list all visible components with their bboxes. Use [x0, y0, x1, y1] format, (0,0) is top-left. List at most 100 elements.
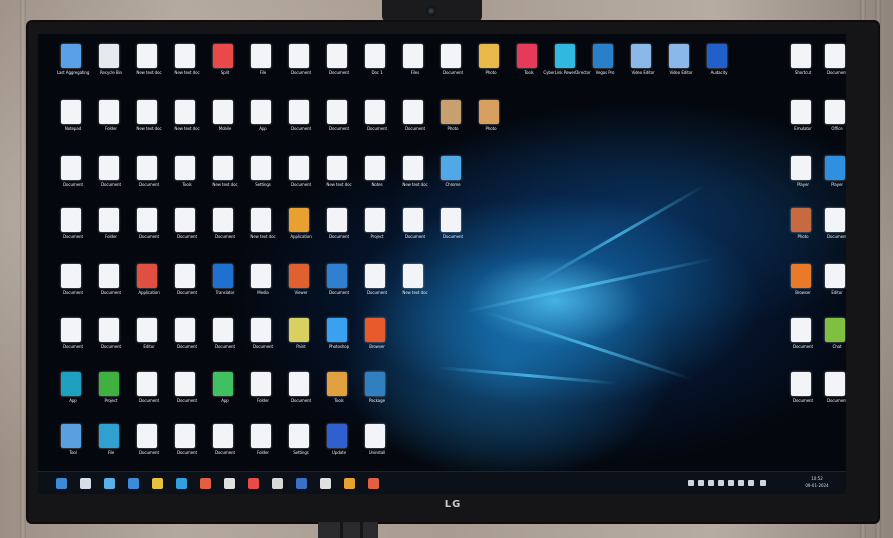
- taskbar-task-view-button[interactable]: [104, 478, 115, 489]
- desktop-icon-image: [791, 156, 811, 180]
- desktop-icon-image: [175, 208, 195, 232]
- desktop-icon-image: [137, 44, 157, 68]
- desktop-icon-image: [791, 100, 811, 124]
- desktop-icon-image: [365, 372, 385, 396]
- desktop-icon-image: [175, 424, 195, 448]
- taskbar-app-button[interactable]: [224, 478, 235, 489]
- desktop-icon-image: [327, 318, 347, 342]
- taskbar-app-button[interactable]: [272, 478, 283, 489]
- taskbar-app-button[interactable]: [200, 478, 211, 489]
- desktop-icon-image: [707, 44, 727, 68]
- desktop-icon-image: [441, 208, 461, 232]
- desktop-icon-image: [99, 100, 119, 124]
- taskbar-app-button[interactable]: [176, 478, 187, 489]
- desktop-icon[interactable]: Document: [812, 370, 846, 420]
- desktop-icon[interactable]: Document: [812, 42, 846, 92]
- taskbar-start-button[interactable]: [56, 478, 67, 489]
- taskbar: 10:52 09-01-2024: [38, 471, 846, 494]
- tray-icon[interactable]: [708, 480, 714, 486]
- tray-icon[interactable]: [718, 480, 724, 486]
- desktop-icon-label: Browser: [369, 344, 385, 349]
- desktop-icon-image: [61, 318, 81, 342]
- desktop-icon-image: [99, 372, 119, 396]
- desktop-icon[interactable]: Photo: [466, 98, 516, 148]
- desktop-icon-image: [403, 264, 423, 288]
- desktop-icon[interactable]: Player: [812, 154, 846, 204]
- desktop-icon[interactable]: Package: [352, 370, 402, 420]
- monitor-stand: [318, 522, 378, 538]
- taskbar-app-button[interactable]: [344, 478, 355, 489]
- desktop-icon-image: [175, 318, 195, 342]
- taskbar-app-button[interactable]: [248, 478, 259, 489]
- desktop-icon-image: [289, 44, 309, 68]
- desktop-icon-image: [441, 100, 461, 124]
- desktop-icon[interactable]: Chat: [812, 316, 846, 366]
- desktop-icon-image: [61, 44, 81, 68]
- taskbar-app-button[interactable]: [152, 478, 163, 489]
- desktop-icon-image: [327, 156, 347, 180]
- desktop-icon-image: [825, 208, 845, 232]
- desktop-icon-image: [669, 44, 689, 68]
- desktop-icon-image: [479, 100, 499, 124]
- desktop-icon-image: [403, 44, 423, 68]
- desktop-icon-image: [251, 372, 271, 396]
- desktop-icon[interactable]: Browser: [352, 316, 402, 366]
- clock-date: 09-01-2024: [805, 483, 829, 488]
- desktop-icon-label: Document: [827, 70, 846, 75]
- desktop-icon-image: [593, 44, 613, 68]
- speaker-icon[interactable]: [738, 480, 744, 486]
- curtain-fold: [20, 0, 26, 538]
- language-icon[interactable]: [760, 480, 766, 486]
- taskbar-clock[interactable]: 10:52 09-01-2024: [796, 475, 838, 493]
- desktop-icon-image: [791, 372, 811, 396]
- desktop-icon-image: [61, 264, 81, 288]
- desktop-icon-image: [99, 156, 119, 180]
- desktop-icon-label: Package: [369, 398, 385, 403]
- desktop-icon-image: [251, 264, 271, 288]
- desktop-icon-image: [441, 156, 461, 180]
- taskbar-app-button[interactable]: [368, 478, 379, 489]
- desktop-icon-image: [555, 44, 575, 68]
- desktop-icon-label: Audacity: [710, 70, 728, 75]
- desktop-icon-image: [251, 318, 271, 342]
- desktop-icon[interactable]: Audacity: [694, 42, 744, 92]
- desktop-icon-image: [251, 208, 271, 232]
- desktop-icon-image: [327, 44, 347, 68]
- desktop-icon-image: [99, 208, 119, 232]
- desktop-icon[interactable]: Chrome: [428, 154, 478, 204]
- tray-icon[interactable]: [688, 480, 694, 486]
- desktop-icon-image: [213, 208, 233, 232]
- taskbar-app-button[interactable]: [296, 478, 307, 489]
- desktop-icon-image: [213, 424, 233, 448]
- clock-time: 10:52: [811, 476, 823, 481]
- taskbar-app-button[interactable]: [128, 478, 139, 489]
- system-tray: [688, 479, 788, 489]
- desktop-icon[interactable]: Office: [812, 98, 846, 148]
- desktop-icon-image: [213, 44, 233, 68]
- desktop-icon-image: [631, 44, 651, 68]
- wifi-icon[interactable]: [728, 480, 734, 486]
- desktop-icon-image: [213, 264, 233, 288]
- monitor-brand-logo: LG: [444, 499, 462, 510]
- desktop-icon-image: [137, 100, 157, 124]
- taskbar-search-button[interactable]: [80, 478, 91, 489]
- desktop-icon[interactable]: Editor: [812, 262, 846, 312]
- desktop-icon[interactable]: Document: [812, 206, 846, 256]
- desktop-icon[interactable]: Document: [428, 206, 478, 256]
- desktop-icon-image: [99, 318, 119, 342]
- desktop-icon[interactable]: Uninstall: [352, 422, 402, 472]
- battery-icon[interactable]: [748, 480, 754, 486]
- taskbar-app-button[interactable]: [320, 478, 331, 489]
- desktop-icon-image: [825, 100, 845, 124]
- desktop-icon-image: [365, 44, 385, 68]
- desktop-icon-label: File: [842, 126, 846, 142]
- desktop-icon[interactable]: New text doc: [390, 262, 440, 312]
- tray-icon[interactable]: [698, 480, 704, 486]
- desktop-icon-image: [137, 208, 157, 232]
- desktop-screen: Last Aggregating Recycle Bin New text doc N…: [38, 34, 846, 494]
- desktop-icon-image: [327, 424, 347, 448]
- desktop-icon-image: [289, 208, 309, 232]
- desktop-icon-image: [365, 100, 385, 124]
- desktop-icon-image: [365, 208, 385, 232]
- desktop-icon-image: [175, 44, 195, 68]
